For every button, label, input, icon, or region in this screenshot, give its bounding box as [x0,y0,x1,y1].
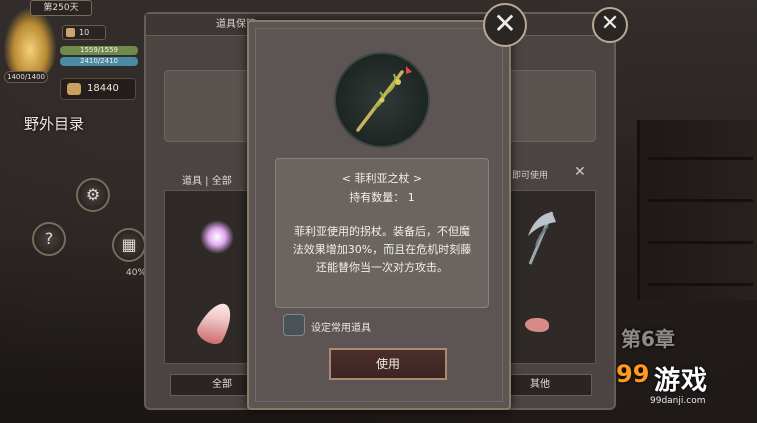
close-icon: ✕ [493,7,517,40]
gold-value: 18440 [87,83,119,94]
item-description-box: < 菲利亚之杖 > 持有数量： 1 菲利亚使用的拐杖。装备后，不但魔法效果增加3… [275,158,489,308]
item-portrait [334,52,430,148]
item-count-label: 持有数量： [349,191,405,204]
question-icon: ? [44,229,54,248]
item-count: 持有数量： 1 [276,189,488,205]
hp-bar: 1559/1559 [60,46,138,55]
staff-icon [356,66,412,132]
watermark-brand: 游戏 [654,366,709,396]
use-button[interactable]: 使用 [329,348,447,380]
help-button[interactable]: ? [32,222,66,256]
flame-emblem [4,8,56,78]
storage-close-button[interactable]: ✕ [592,7,628,43]
glow-orb-item[interactable] [200,220,234,254]
usable-hint: 即可使用 [512,171,549,181]
gold-counter: 18440 [60,78,136,100]
calendar-icon [66,28,75,37]
favorite-checkbox-label: 设定常用道具 [311,323,371,334]
red-petal-item[interactable] [525,318,549,332]
map-button[interactable]: ▦ [112,228,146,262]
gear-icon: ⚙ [85,185,101,204]
mp-bar: 2410/2410 [60,57,138,66]
gold-icon [67,83,81,95]
stamina-value: 10 [79,28,90,37]
site-watermark: 99 游戏 99danji.com [614,356,754,418]
watermark-number: 99 [616,360,650,388]
map-icon: ▦ [121,235,137,254]
progress-percent: 40% [126,268,147,278]
watermark-url: 99danji.com [650,396,706,406]
favorite-checkbox[interactable] [283,314,305,336]
item-detail-popup: < 菲利亚之杖 > 持有数量： 1 菲利亚使用的拐杖。装备后，不但魔法效果增加3… [247,20,511,410]
item-name: < 菲利亚之杖 > [341,172,423,185]
gear-button[interactable]: ⚙ [76,178,110,212]
scythe-item[interactable] [522,208,562,268]
hp-readout: 1400/1400 [4,71,48,83]
stamina-box: 10 [62,25,106,40]
storage-tabs[interactable]: 道具 | 全部 [182,172,232,187]
hint-close-icon[interactable]: ✕ [574,164,586,180]
day-counter: 第250天 [30,0,92,16]
item-count-value: 1 [407,191,415,204]
item-description: 菲利亚使用的拐杖。装备后，不但魔法效果增加30%，而且在危机时刻藤还能替你当一次… [292,225,472,274]
field-directory-label[interactable]: 野外目录 [24,113,84,134]
popup-close-button[interactable]: ✕ [483,3,527,47]
close-icon: ✕ [600,11,620,36]
